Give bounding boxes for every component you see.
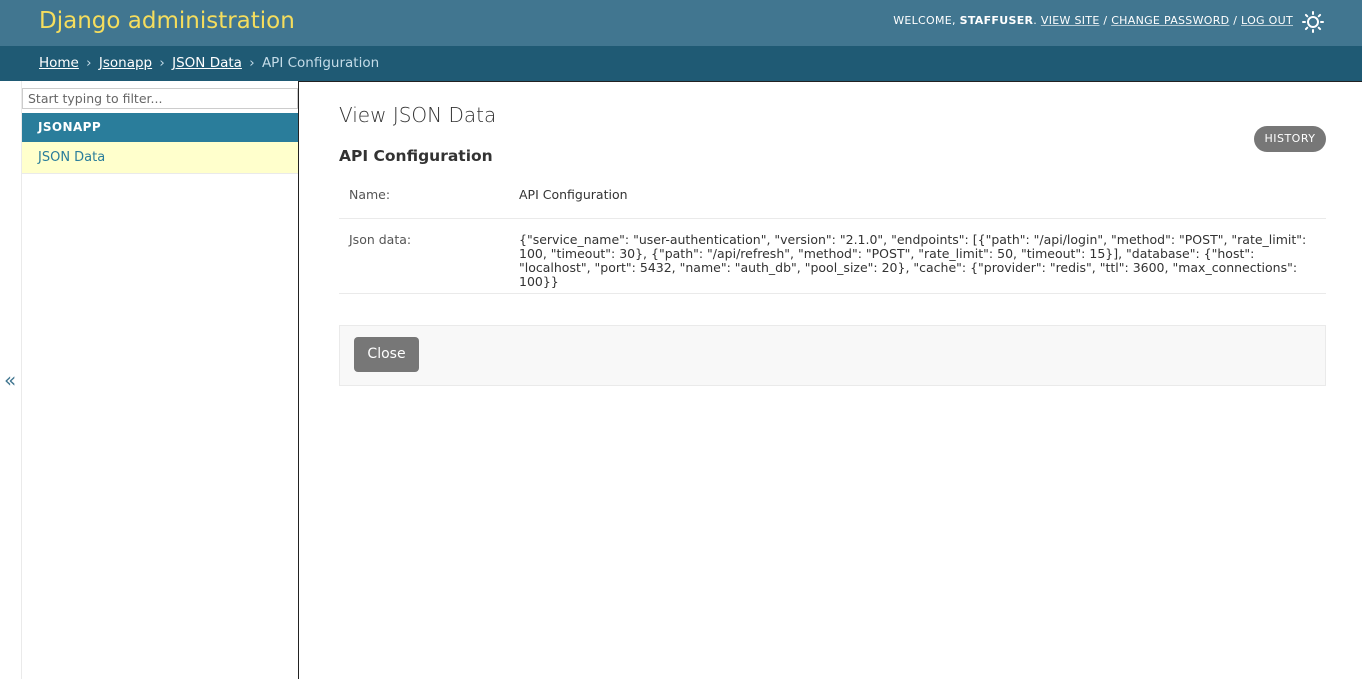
breadcrumb-current: API Configuration	[261, 55, 380, 71]
main-content: View JSON Data HISTORY API Configuration…	[298, 81, 1362, 679]
breadcrumb-app[interactable]: Jsonapp	[99, 55, 152, 71]
nav-filter-input[interactable]	[22, 88, 298, 109]
history-button[interactable]: HISTORY	[1254, 126, 1326, 152]
user-tools: Welcome, staffuser. View site / Change p…	[893, 14, 1293, 27]
username: staffuser	[959, 14, 1034, 27]
submit-row: Close	[339, 325, 1326, 386]
change-password-link[interactable]: Change password	[1111, 14, 1229, 27]
collapse-sidebar-icon: «	[4, 368, 17, 392]
toggle-nav-sidebar-button[interactable]: «	[0, 81, 22, 679]
breadcrumb-separator: ›	[159, 55, 165, 71]
close-button[interactable]: Close	[354, 337, 419, 372]
form-row-name: Name: API Configuration	[339, 174, 1326, 219]
field-label-json-data: Json data:	[349, 232, 412, 247]
field-value-name: API Configuration	[519, 187, 628, 202]
theme-toggle-button[interactable]	[1302, 11, 1324, 33]
form-row-json-data: Json data: {"service_name": "user-authen…	[339, 219, 1326, 294]
log-out-link[interactable]: Log out	[1241, 14, 1293, 27]
breadcrumb-separator: ›	[86, 55, 92, 71]
user-tools-separator: /	[1233, 14, 1238, 27]
sun-icon	[1302, 11, 1324, 33]
welcome-text: Welcome,	[893, 14, 956, 27]
site-branding[interactable]: Django administration	[39, 6, 295, 36]
field-value-json-data: {"service_name": "user-authentication", …	[519, 232, 1307, 289]
breadcrumb: Home › Jsonapp › JSON Data › API Configu…	[0, 46, 1362, 81]
breadcrumb-home[interactable]: Home	[39, 55, 79, 71]
object-title: API Configuration	[339, 147, 493, 165]
header: Django administration Welcome, staffuser…	[0, 0, 1362, 46]
field-label-name: Name:	[349, 187, 391, 202]
page-title: View JSON Data	[339, 103, 497, 127]
app-caption-jsonapp[interactable]: JSONAPP	[22, 113, 298, 142]
breadcrumb-separator: ›	[249, 55, 255, 71]
user-tools-separator: /	[1103, 14, 1108, 27]
view-site-link[interactable]: View site	[1041, 14, 1100, 27]
breadcrumb-model[interactable]: JSON Data	[172, 55, 242, 71]
nav-sidebar: JSONAPP JSON Data	[22, 81, 298, 679]
sidebar-item-json-data[interactable]: JSON Data	[22, 142, 298, 174]
